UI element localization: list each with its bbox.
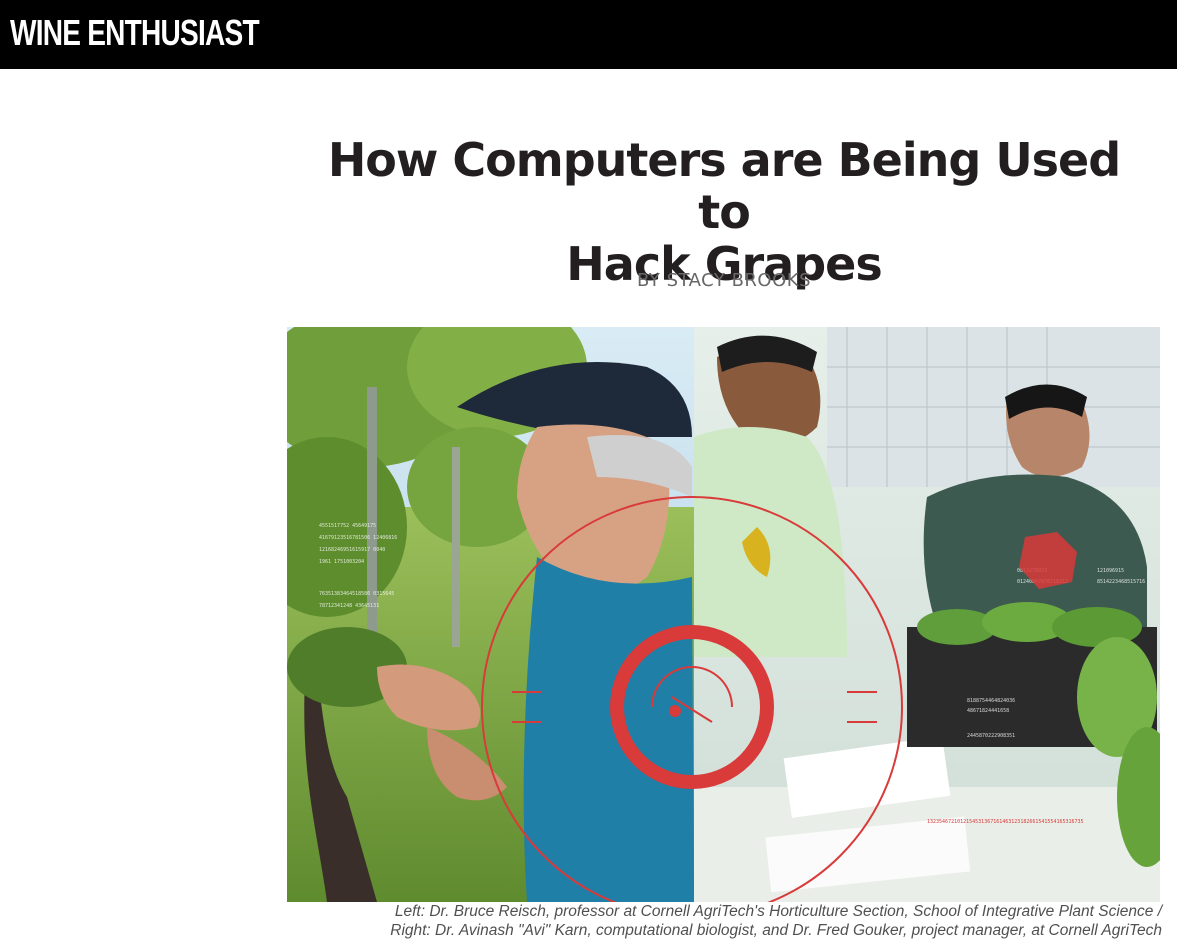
svg-text:132354672101215453136716146312: 1323546721012154531367161463123182661541… (927, 819, 1084, 825)
svg-text:76351383464518586 0315645: 76351383464518586 0315645 (319, 591, 394, 597)
svg-text:78712341248 43645131: 78712341248 43645131 (319, 603, 379, 609)
svg-text:121096915: 121096915 (1097, 568, 1124, 574)
svg-text:2445870222908351: 2445870222908351 (967, 733, 1015, 739)
svg-text:41679123516781506 12406816: 41679123516781506 12406816 (319, 535, 397, 541)
article-byline: BY STACY BROOKS (637, 270, 811, 291)
svg-text:48671824441658: 48671824441658 (967, 708, 1009, 714)
svg-text:8514223468515716: 8514223468515716 (1097, 579, 1145, 585)
hero-caption: Left: Dr. Bruce Reisch, professor at Cor… (287, 902, 1162, 940)
hero-image: 4551517752 45649175 41679123516781506 12… (287, 327, 1160, 902)
svg-text:8188754464824036: 8188754464824036 (967, 698, 1015, 704)
wine-enthusiast-logo[interactable]: WINE ENTHUSIAST (10, 13, 260, 53)
svg-text:1961 1751003204: 1961 1751003204 (319, 559, 364, 565)
site-header: WINE ENTHUSIAST (0, 0, 1177, 69)
svg-text:4551517752 45649175: 4551517752 45649175 (319, 523, 376, 529)
caption-line-2: Right: Dr. Avinash "Avi" Karn, computati… (390, 922, 1162, 939)
article-title-line-1: How Computers are Being Used to (327, 133, 1121, 239)
article-title: How Computers are Being Used to Hack Gra… (300, 134, 1148, 290)
svg-text:12168246951615917 0040: 12168246951615917 0040 (319, 547, 385, 553)
caption-line-1: Left: Dr. Bruce Reisch, professor at Cor… (394, 903, 1162, 920)
